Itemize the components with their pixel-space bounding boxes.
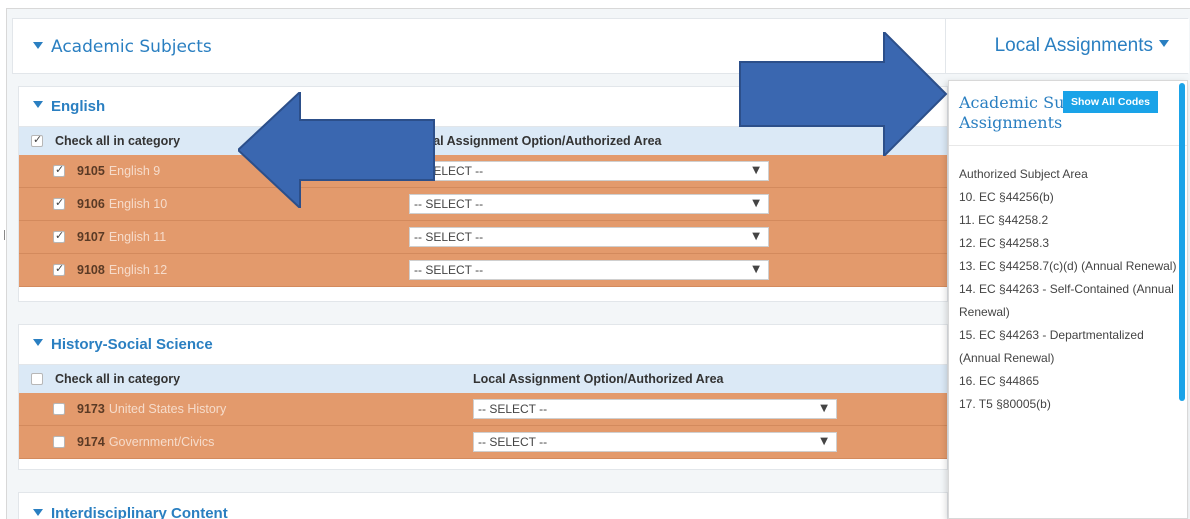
check-all-label: Check all in category <box>55 372 181 386</box>
subject-name: Government/Civics <box>108 435 215 449</box>
right-pointing-arrow-icon <box>739 32 948 156</box>
dropdown-arrow-icon: ▼ <box>820 436 828 447</box>
history-section-header[interactable]: History-Social Science <box>19 325 947 365</box>
dropdown-arrow-icon: ▼ <box>752 264 760 275</box>
scrollbar[interactable] <box>1179 83 1185 401</box>
row-checkbox[interactable] <box>53 229 65 243</box>
subject-code: 9106 <box>77 197 105 211</box>
row-checkbox[interactable] <box>53 262 65 276</box>
list-item[interactable]: 14. EC §44263 - Self-Contained (Annual R… <box>959 278 1181 324</box>
subject-code: 9108 <box>77 263 105 277</box>
assignment-select[interactable]: -- SELECT -- ▼ <box>409 260 769 280</box>
interdisciplinary-section-title: Interdisciplinary Content <box>51 505 228 519</box>
select-value: -- SELECT -- <box>414 263 484 277</box>
table-row: 9174 Government/Civics -- SELECT -- ▼ <box>19 426 947 459</box>
assignment-code-list: Authorized Subject Area 10. EC §44256(b)… <box>959 163 1181 416</box>
list-item[interactable]: 10. EC §44256(b) <box>959 186 1181 209</box>
dropdown-arrow-icon: ▼ <box>752 198 760 209</box>
history-section-title: History-Social Science <box>51 336 213 353</box>
subject-name: English 10 <box>108 197 168 211</box>
list-item[interactable]: Authorized Subject Area <box>959 163 1181 186</box>
caret-down-icon <box>33 339 43 346</box>
check-all-label: Check all in category <box>55 134 181 148</box>
table-row: 9106 English 10 -- SELECT --▼ <box>19 188 947 221</box>
subject-code: 9105 <box>77 164 105 178</box>
list-item[interactable]: 15. EC §44263 - Departmentalized (Annual… <box>959 324 1181 370</box>
local-assignments-dropdown: Academic Subject Assignments Show All Co… <box>948 80 1188 519</box>
show-all-codes-button[interactable]: Show All Codes <box>1063 91 1158 113</box>
local-assignments-label: Local Assignments <box>994 35 1153 56</box>
column-header: Local Assignment Option/Authorized Area <box>473 372 724 386</box>
subject-name: United States History <box>108 402 227 416</box>
assignment-select[interactable]: -- SELECT -- ▼ <box>409 194 769 214</box>
subject-name: English 11 <box>108 230 167 244</box>
history-section: History-Social Science Check all in cate… <box>18 324 948 470</box>
assignment-select[interactable]: -- SELECT -- ▼ <box>409 161 769 181</box>
row-checkbox[interactable] <box>53 196 65 210</box>
table-row: 9107 English 11 -- SELECT -- ▼ <box>19 221 947 254</box>
row-checkbox[interactable] <box>53 436 65 448</box>
english-check-all-checkbox[interactable] <box>31 133 43 147</box>
caret-down-icon <box>33 509 43 516</box>
select-value: -- SELECT -- <box>478 402 548 416</box>
dropdown-arrow-icon: ▼ <box>820 403 828 414</box>
subject-name: English 9 <box>108 164 161 178</box>
dropdown-arrow-icon: ▼ <box>752 231 760 242</box>
divider <box>949 145 1187 146</box>
subject-code: 9174 <box>77 435 105 449</box>
list-item[interactable]: 12. EC §44258.3 <box>959 232 1181 255</box>
assignment-select[interactable]: -- SELECT -- ▼ <box>473 432 837 452</box>
subject-name: English 12 <box>108 263 168 277</box>
english-section-title: English <box>51 98 106 115</box>
interdisciplinary-section: Interdisciplinary Content <box>18 492 948 519</box>
left-edge-marker <box>4 230 5 240</box>
assignment-select[interactable]: -- SELECT -- ▼ <box>473 399 837 419</box>
select-value: -- SELECT -- <box>478 435 548 449</box>
history-check-all-row: Check all in category Local Assignment O… <box>19 365 947 393</box>
caret-down-icon <box>33 101 43 108</box>
select-value: -- SELECT -- <box>414 230 484 244</box>
left-pointing-arrow-icon <box>238 92 435 208</box>
list-item[interactable]: 11. EC §44258.2 <box>959 209 1181 232</box>
table-row: 9173 United States History -- SELECT -- ▼ <box>19 393 947 426</box>
list-item[interactable]: 13. EC §44258.7(c)(d) (Annual Renewal) <box>959 255 1181 278</box>
table-row: 9105 English 9 -- SELECT --▼ <box>19 155 947 188</box>
list-item[interactable]: 16. EC §44865 <box>959 370 1181 393</box>
row-checkbox[interactable] <box>53 403 65 415</box>
assignment-select[interactable]: -- SELECT -- ▼ <box>409 227 769 247</box>
history-check-all-checkbox[interactable] <box>31 373 43 385</box>
caret-down-icon <box>1159 40 1169 48</box>
table-row: 9108 English 12 -- SELECT -- ▼ <box>19 254 947 287</box>
academic-subjects-toggle[interactable]: Academic Subjects <box>33 37 212 57</box>
row-checkbox[interactable] <box>53 163 65 177</box>
caret-down-icon <box>33 41 43 49</box>
subject-code: 9173 <box>77 402 105 416</box>
list-item[interactable]: 17. T5 §80005(b) <box>959 393 1181 416</box>
local-assignments-tab[interactable]: Local Assignments <box>945 19 1189 73</box>
interdisciplinary-section-header[interactable]: Interdisciplinary Content <box>19 493 947 519</box>
column-header: Local Assignment Option/Authorized Area <box>411 134 662 148</box>
subject-code: 9107 <box>77 230 105 244</box>
academic-subjects-title: Academic Subjects <box>51 37 212 57</box>
academic-subjects-panel: Academic Subjects Local Assignments <box>12 18 1189 74</box>
dropdown-arrow-icon: ▼ <box>752 165 760 176</box>
